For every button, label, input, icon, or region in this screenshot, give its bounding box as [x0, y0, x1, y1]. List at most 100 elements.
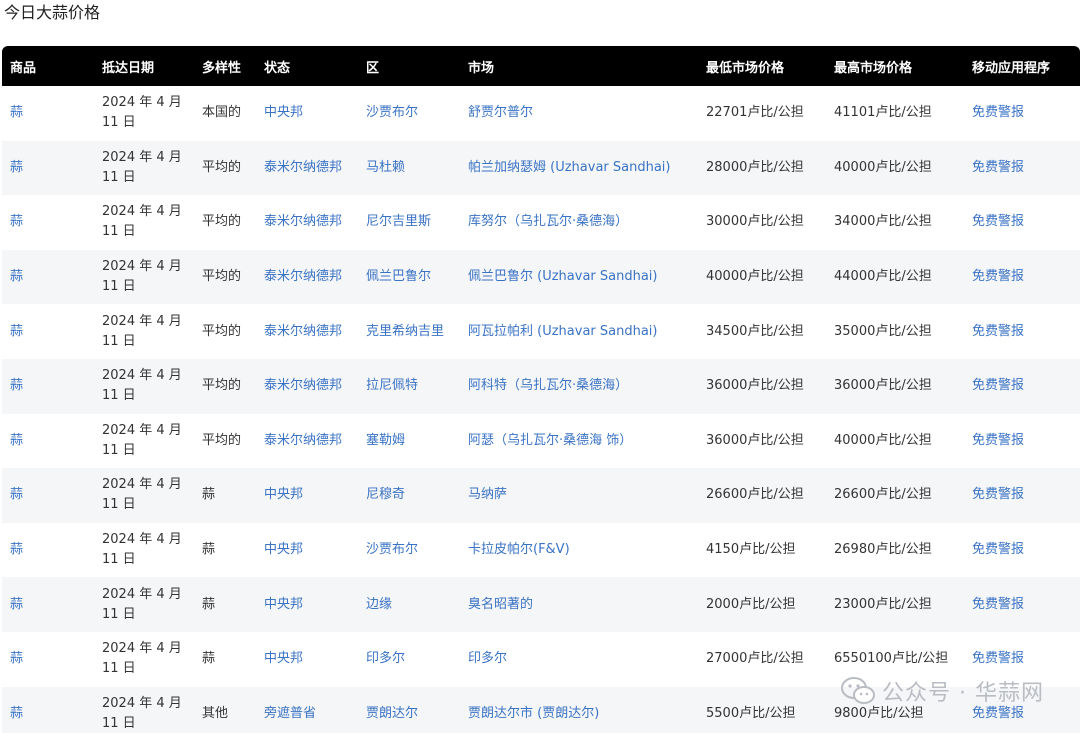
cell-commodity[interactable]: 蒜 [2, 523, 94, 578]
col-header-commodity[interactable]: 商品 [2, 46, 94, 86]
cell-commodity[interactable]: 蒜 [2, 86, 94, 141]
cell-state[interactable]: 泰米尔纳德邦 [256, 359, 358, 414]
cell-max-price: 34000卢比/公担 [834, 214, 932, 230]
cell-mobile-app[interactable]: 免费警报 [964, 250, 1080, 305]
table-row: 蒜 2024 年 4 月 11 日蒜中央邦 印多尔 印多尔 27000卢比/公担 6550… [2, 632, 1080, 687]
col-header-state[interactable]: 状态 [256, 46, 358, 86]
cell-min-price: 36000卢比/公担 [706, 432, 804, 448]
cell-district[interactable]: 拉尼佩特 [358, 359, 460, 414]
cell-market[interactable]: 贾朗达尔市 (贾朗达尔) [460, 687, 698, 733]
cell-min-price: 34500卢比/公担 [706, 323, 804, 339]
cell-district[interactable]: 佩兰巴鲁尔 [358, 250, 460, 305]
cell-district[interactable]: 尼尔吉里斯 [358, 195, 460, 250]
cell-variety: 蒜 [202, 487, 216, 503]
cell-state[interactable]: 泰米尔纳德邦 [256, 414, 358, 469]
cell-district[interactable]: 边缘 [358, 577, 460, 632]
col-header-district[interactable]: 区 [358, 46, 460, 86]
col-header-max-price[interactable]: 最高市场价格 [826, 46, 964, 86]
cell-state[interactable]: 泰米尔纳德邦 [256, 250, 358, 305]
cell-arrival-date: 2024 年 4 月 11 日 [102, 695, 182, 731]
cell-commodity[interactable]: 蒜 [2, 577, 94, 632]
col-header-min-price[interactable]: 最低市场价格 [698, 46, 826, 86]
cell-state[interactable]: 泰米尔纳德邦 [256, 195, 358, 250]
cell-market[interactable]: 帕兰加纳瑟姆 (Uzhavar Sandhai) [460, 141, 698, 196]
cell-arrival-date: 2024 年 4 月 11 日 [102, 149, 182, 185]
cell-commodity[interactable]: 蒜 [2, 141, 94, 196]
cell-mobile-app[interactable]: 免费警报 [964, 632, 1080, 687]
cell-district[interactable]: 贾朗达尔 [358, 687, 460, 733]
cell-max-price: 40000卢比/公担 [834, 432, 932, 448]
cell-market[interactable]: 佩兰巴鲁尔 (Uzhavar Sandhai) [460, 250, 698, 305]
cell-market[interactable]: 舒贾尔普尔 [460, 86, 698, 141]
cell-state[interactable]: 中央邦 [256, 523, 358, 578]
col-header-mobile-app[interactable]: 移动应用程序 [964, 46, 1080, 86]
cell-commodity[interactable]: 蒜 [2, 195, 94, 250]
table-row: 蒜 2024 年 4 月 11 日 平均的 泰米尔纳德邦 佩兰巴鲁尔 佩兰巴鲁尔 (Uzh… [2, 249, 1080, 305]
cell-mobile-app[interactable]: 免费警报 [964, 141, 1080, 196]
cell-market[interactable]: 印多尔 [460, 632, 698, 687]
cell-max-price: 44000卢比/公担 [834, 269, 932, 285]
cell-district[interactable]: 塞勒姆 [358, 414, 460, 469]
cell-arrival-date: 2024 年 4 月 11 日 [102, 204, 182, 240]
cell-state[interactable]: 中央邦 [256, 468, 358, 523]
cell-arrival-date: 2024 年 4 月 11 日 [102, 422, 182, 458]
cell-state[interactable]: 泰米尔纳德邦 [256, 141, 358, 196]
cell-max-price: 26980卢比/公担 [834, 542, 932, 558]
table-row: 蒜 2024 年 4 月 11 日 其他 旁遮普省 贾朗达尔 贾朗达尔市 (贾朗达尔) 55… [2, 686, 1080, 733]
cell-mobile-app[interactable]: 免费警报 [964, 86, 1080, 141]
cell-market[interactable]: 马纳萨 [460, 468, 698, 523]
cell-market[interactable]: 库努尔（乌扎瓦尔·桑德海） [460, 195, 698, 250]
cell-state[interactable]: 中央邦 [256, 632, 358, 687]
col-header-market[interactable]: 市场 [460, 46, 698, 86]
cell-mobile-app[interactable]: 免费警报 [964, 195, 1080, 250]
cell-mobile-app[interactable]: 免费警报 [964, 414, 1080, 469]
cell-max-price: 41101卢比/公担 [834, 105, 932, 121]
cell-min-price: 30000卢比/公担 [706, 214, 804, 230]
cell-mobile-app[interactable]: 免费警报 [964, 523, 1080, 578]
cell-district[interactable]: 印多尔 [358, 632, 460, 687]
cell-district[interactable]: 马杜赖 [358, 141, 460, 196]
cell-district[interactable]: 尼穆奇 [358, 468, 460, 523]
cell-market[interactable]: 阿科特（乌扎瓦尔·桑德海） [460, 359, 698, 414]
cell-mobile-app[interactable]: 免费警报 [964, 687, 1080, 733]
cell-min-price: 4150卢比/公担 [706, 542, 796, 558]
table-row: 蒜 2024 年 4 月 11 日 平均的 泰米尔纳德邦 尼尔吉里斯 库努尔（乌扎瓦尔·桑… [2, 195, 1080, 250]
cell-variety: 平均的 [202, 269, 242, 285]
cell-commodity[interactable]: 蒜 [2, 359, 94, 414]
cell-market[interactable]: 阿瓦拉帕利 (Uzhavar Sandhai) [460, 304, 698, 359]
cell-mobile-app[interactable]: 免费警报 [964, 577, 1080, 632]
cell-district[interactable]: 克里希纳吉里 [358, 304, 460, 359]
cell-arrival-date: 2024 年 4 月 11 日 [102, 532, 182, 568]
cell-mobile-app[interactable]: 免费警报 [964, 304, 1080, 359]
cell-mobile-app[interactable]: 免费警报 [964, 468, 1080, 523]
cell-market[interactable]: 臭名昭著的 [460, 577, 698, 632]
cell-min-price: 36000卢比/公担 [706, 378, 804, 394]
cell-commodity[interactable]: 蒜 [2, 632, 94, 687]
cell-arrival-date: 2024 年 4 月 11 日 [102, 95, 182, 131]
cell-arrival-date: 2024 年 4 月 11 日 [102, 368, 182, 404]
cell-state[interactable]: 中央邦 [256, 577, 358, 632]
cell-min-price: 22701卢比/公担 [706, 105, 804, 121]
cell-state[interactable]: 旁遮普省 [256, 687, 358, 733]
cell-state[interactable]: 中央邦 [256, 86, 358, 141]
table-header-row: 商品 抵达日期 多样性 状态 区 市场 最低市场价格 最高市场价格 移动应用程序 [2, 46, 1080, 86]
cell-commodity[interactable]: 蒜 [2, 414, 94, 469]
cell-market[interactable]: 阿瑟（乌扎瓦尔·桑德海 饰） [460, 414, 698, 469]
cell-mobile-app[interactable]: 免费警报 [964, 359, 1080, 414]
cell-state[interactable]: 泰米尔纳德邦 [256, 304, 358, 359]
table-row: 蒜 2024 年 4 月 11 日 平均的 泰米尔纳德邦 马杜赖 帕兰加纳瑟姆 (Uzha… [2, 140, 1080, 196]
cell-commodity[interactable]: 蒜 [2, 687, 94, 733]
col-header-variety[interactable]: 多样性 [194, 46, 256, 86]
col-header-arrival-date[interactable]: 抵达日期 [94, 46, 194, 86]
price-table-container: 商品 抵达日期 多样性 状态 区 市场 最低市场价格 最高市场价格 移动应用程序… [2, 46, 1080, 733]
cell-commodity[interactable]: 蒜 [2, 468, 94, 523]
cell-variety: 平均的 [202, 214, 242, 230]
page-title: 今日大蒜价格 [4, 3, 101, 22]
cell-commodity[interactable]: 蒜 [2, 250, 94, 305]
cell-district[interactable]: 沙贾布尔 [358, 523, 460, 578]
cell-market[interactable]: 卡拉皮帕尔(F&V) [460, 523, 698, 578]
cell-district[interactable]: 沙贾布尔 [358, 86, 460, 141]
cell-commodity[interactable]: 蒜 [2, 304, 94, 359]
cell-variety: 平均的 [202, 378, 242, 394]
cell-max-price: 26600卢比/公担 [834, 487, 932, 503]
